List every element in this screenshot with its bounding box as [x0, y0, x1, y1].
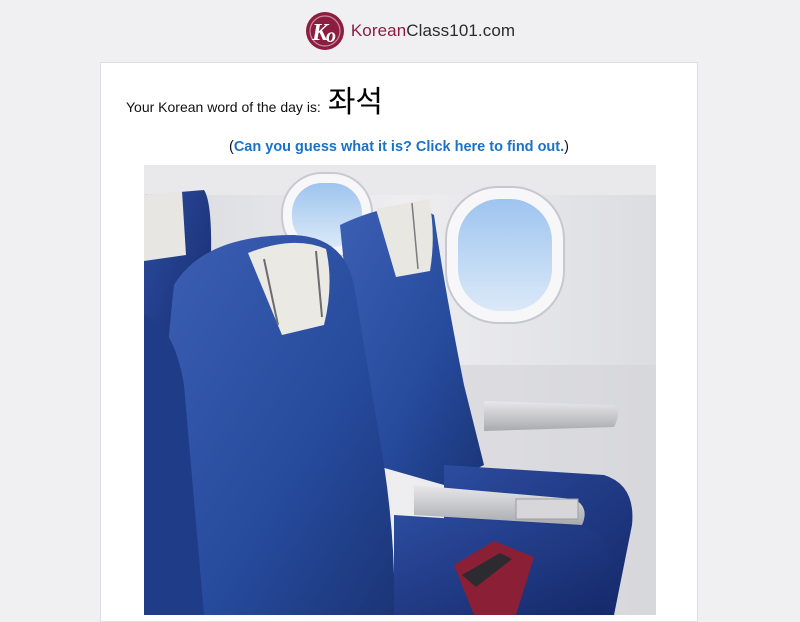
site-logo[interactable]: K o KoreanClass101.com: [305, 11, 515, 51]
find-out-link[interactable]: Can you guess what it is? Click here to …: [234, 139, 564, 155]
wotd-label: Your Korean word of the day is:: [126, 99, 321, 115]
airplane-seats-image[interactable]: [144, 165, 656, 615]
window-right: [445, 186, 565, 324]
airplane-seats-illustration: [144, 165, 656, 615]
word-of-the-day: Your Korean word of the day is: 좌석: [126, 77, 383, 121]
content-card: Your Korean word of the day is: 좌석 (Can …: [100, 62, 698, 622]
logo-brand: Korean: [350, 21, 407, 40]
ko-logo-icon: K o: [305, 12, 344, 50]
hint-close-paren: ): [564, 139, 569, 155]
guess-hint: (Can you guess what it is? Click here to…: [101, 139, 697, 155]
svg-text:o: o: [326, 25, 336, 47]
logo-domain: Class101.com: [406, 21, 516, 40]
wotd-korean-word: 좌석: [327, 85, 384, 120]
logo-text: KoreanClass101.com: [351, 21, 515, 41]
site-header: K o KoreanClass101.com: [0, 0, 800, 62]
